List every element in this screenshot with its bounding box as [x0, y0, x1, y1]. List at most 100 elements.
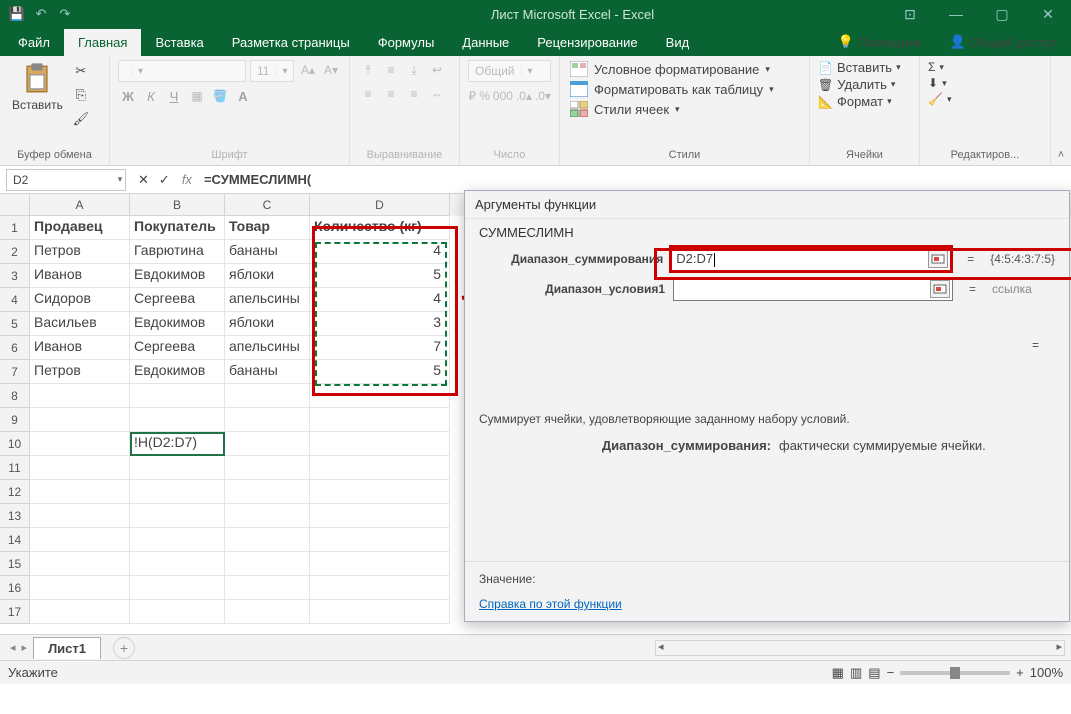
- cell[interactable]: [310, 600, 450, 624]
- cell[interactable]: [310, 552, 450, 576]
- cell[interactable]: [130, 552, 225, 576]
- cell[interactable]: [310, 528, 450, 552]
- align-left-icon[interactable]: ≡: [358, 84, 378, 104]
- cell[interactable]: Сергеева: [130, 336, 225, 360]
- format-cells-button[interactable]: 📐Формат▾: [818, 94, 901, 109]
- merge-icon[interactable]: ⇔: [427, 84, 447, 104]
- border-icon[interactable]: ▦: [187, 86, 207, 106]
- align-center-icon[interactable]: ≡: [381, 84, 401, 104]
- row-header[interactable]: 10: [0, 432, 30, 456]
- qat-save-icon[interactable]: 💾: [8, 6, 26, 22]
- cell[interactable]: бананы: [225, 360, 310, 384]
- arg1-input[interactable]: D2:D7: [671, 247, 951, 271]
- cell[interactable]: Количество (кг): [310, 216, 450, 240]
- cell[interactable]: [310, 384, 450, 408]
- col-header-a[interactable]: A: [30, 194, 130, 216]
- cell[interactable]: [225, 576, 310, 600]
- cell[interactable]: Товар: [225, 216, 310, 240]
- align-right-icon[interactable]: ≡: [404, 84, 424, 104]
- cell[interactable]: Евдокимов: [130, 360, 225, 384]
- percent-icon[interactable]: %: [479, 86, 490, 106]
- cell[interactable]: [30, 384, 130, 408]
- cell[interactable]: [30, 600, 130, 624]
- fill-button[interactable]: ⬇ ▾: [928, 76, 951, 90]
- cell[interactable]: 3: [310, 312, 450, 336]
- cell[interactable]: 7: [310, 336, 450, 360]
- collapse-ribbon-icon[interactable]: ˄: [1058, 149, 1064, 161]
- cell[interactable]: 4: [310, 288, 450, 312]
- row-header[interactable]: 11: [0, 456, 30, 480]
- sheet-tab-1[interactable]: Лист1: [33, 637, 101, 659]
- tab-file[interactable]: Файл: [4, 29, 64, 56]
- cell[interactable]: [130, 408, 225, 432]
- row-header[interactable]: 14: [0, 528, 30, 552]
- tab-home[interactable]: Главная: [64, 29, 141, 56]
- wrap-text-icon[interactable]: ↩: [427, 60, 447, 80]
- select-all-corner[interactable]: [0, 194, 30, 216]
- comma-icon[interactable]: 000: [493, 86, 513, 106]
- close-icon[interactable]: ✕: [1025, 0, 1071, 28]
- cell[interactable]: Петров: [30, 360, 130, 384]
- decrease-font-icon[interactable]: A▾: [321, 60, 341, 80]
- cell[interactable]: [130, 600, 225, 624]
- cell[interactable]: [225, 528, 310, 552]
- cell[interactable]: Продавец: [30, 216, 130, 240]
- align-top-icon[interactable]: ⤒: [358, 60, 378, 80]
- cell[interactable]: [310, 432, 450, 456]
- cell[interactable]: [310, 456, 450, 480]
- cell[interactable]: [130, 528, 225, 552]
- cell[interactable]: 5: [310, 360, 450, 384]
- cell[interactable]: [225, 384, 310, 408]
- col-header-b[interactable]: B: [130, 194, 225, 216]
- cell[interactable]: 5: [310, 264, 450, 288]
- align-bottom-icon[interactable]: ⤓: [404, 60, 424, 80]
- tab-page-layout[interactable]: Разметка страницы: [218, 29, 364, 56]
- cell[interactable]: [225, 552, 310, 576]
- sheet-nav-prev-icon[interactable]: ◂: [10, 641, 16, 654]
- cell[interactable]: Иванов: [30, 336, 130, 360]
- conditional-formatting-button[interactable]: Условное форматирование▾: [568, 60, 776, 78]
- bold-icon[interactable]: Ж: [118, 86, 138, 106]
- cell[interactable]: [30, 576, 130, 600]
- cell-styles-button[interactable]: Стили ячеек▾: [568, 100, 776, 118]
- formula-input[interactable]: =СУММЕСЛИМН(: [200, 172, 1071, 187]
- row-header[interactable]: 9: [0, 408, 30, 432]
- qat-undo-icon[interactable]: ↶: [32, 6, 50, 22]
- row-header[interactable]: 2: [0, 240, 30, 264]
- italic-icon[interactable]: К: [141, 86, 161, 106]
- cell[interactable]: апельсины: [225, 336, 310, 360]
- ribbon-options-icon[interactable]: ⊡: [887, 0, 933, 28]
- underline-icon[interactable]: Ч: [164, 86, 184, 106]
- tab-data[interactable]: Данные: [448, 29, 523, 56]
- autosum-button[interactable]: Σ ▾: [928, 60, 951, 74]
- cell[interactable]: Гаврютина: [130, 240, 225, 264]
- tab-view[interactable]: Вид: [652, 29, 704, 56]
- cell[interactable]: Сидоров: [30, 288, 130, 312]
- function-arguments-dialog[interactable]: Аргументы функции СУММЕСЛИМН Диапазон_су…: [464, 190, 1070, 622]
- cell[interactable]: [225, 408, 310, 432]
- row-header[interactable]: 8: [0, 384, 30, 408]
- col-header-d[interactable]: D: [310, 194, 450, 216]
- cell[interactable]: [30, 432, 130, 456]
- qat-redo-icon[interactable]: ↷: [56, 6, 74, 22]
- sheet-nav-next-icon[interactable]: ▸: [22, 641, 28, 654]
- cell[interactable]: [30, 408, 130, 432]
- zoom-slider[interactable]: [900, 671, 1010, 675]
- row-header[interactable]: 7: [0, 360, 30, 384]
- tab-formulas[interactable]: Формулы: [364, 29, 449, 56]
- cell[interactable]: Васильев: [30, 312, 130, 336]
- cell[interactable]: апельсины: [225, 288, 310, 312]
- cell[interactable]: [130, 384, 225, 408]
- zoom-in-icon[interactable]: +: [1016, 665, 1024, 680]
- cell[interactable]: 4: [310, 240, 450, 264]
- cell[interactable]: Евдокимов: [130, 312, 225, 336]
- row-header[interactable]: 13: [0, 504, 30, 528]
- font-name-combo[interactable]: ▾: [118, 60, 246, 82]
- cell[interactable]: яблоки: [225, 264, 310, 288]
- row-header[interactable]: 3: [0, 264, 30, 288]
- align-middle-icon[interactable]: ≡: [381, 60, 401, 80]
- row-header[interactable]: 5: [0, 312, 30, 336]
- maximize-icon[interactable]: ▢: [979, 0, 1025, 28]
- row-header[interactable]: 16: [0, 576, 30, 600]
- view-page-icon[interactable]: ▥: [850, 665, 862, 681]
